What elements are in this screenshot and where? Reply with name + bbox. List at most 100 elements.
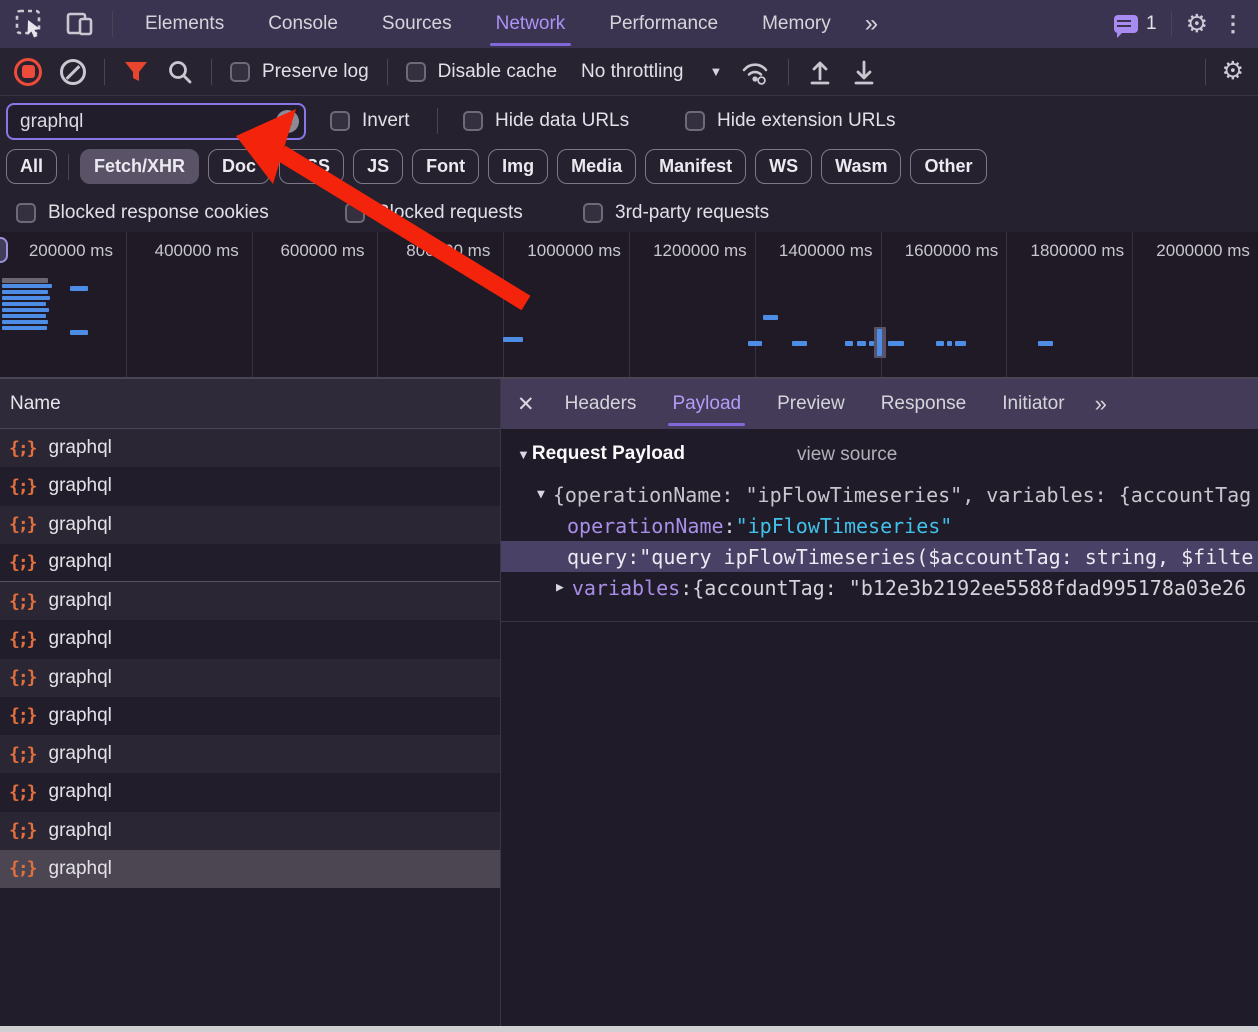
payload-colon: : (724, 514, 736, 538)
request-row[interactable]: {;}graphql (0, 620, 500, 658)
request-name: graphql (49, 820, 112, 842)
chip-js[interactable]: JS (353, 149, 403, 184)
timeline-request-bar (70, 286, 88, 291)
network-conditions-icon[interactable] (740, 58, 770, 86)
request-row[interactable]: {;}graphql (0, 812, 500, 850)
chip-doc[interactable]: Doc (208, 149, 270, 184)
request-row[interactable]: {;}graphql (0, 544, 500, 582)
timeline-request-bar (2, 314, 46, 318)
blocked-response-cookies-checkbox[interactable] (16, 203, 36, 223)
timeline-scroll-handle[interactable] (0, 237, 8, 263)
inspect-element-icon[interactable] (14, 8, 46, 40)
clear-filter-icon[interactable]: ✕ (276, 110, 299, 133)
request-name: graphql (49, 551, 112, 573)
chip-css[interactable]: CSS (279, 149, 344, 184)
close-details-icon[interactable]: ✕ (517, 392, 535, 417)
record-network-log-button[interactable] (14, 58, 42, 86)
network-settings-gear-icon[interactable]: ⚙ (1222, 59, 1244, 84)
request-row[interactable]: {;}graphql (0, 850, 500, 888)
network-overview-timeline[interactable]: 200000 ms400000 ms600000 ms800000 ms1000… (0, 232, 1258, 379)
preserve-log-checkbox[interactable] (230, 62, 250, 82)
chip-media[interactable]: Media (557, 149, 636, 184)
chip-other[interactable]: Other (910, 149, 986, 184)
requests-list: {;}graphql{;}graphql{;}graphql{;}graphql… (0, 429, 500, 888)
issues-button[interactable]: 1 (1114, 13, 1157, 35)
divider (104, 59, 105, 85)
detail-tab-payload[interactable]: Payload (672, 379, 741, 429)
name-column-header[interactable]: Name (0, 379, 500, 429)
request-row[interactable]: {;}graphql (0, 506, 500, 544)
tab-elements[interactable]: Elements (145, 0, 224, 48)
tab-sources[interactable]: Sources (382, 0, 452, 48)
tab-network[interactable]: Network (496, 0, 566, 48)
json-request-icon: {;} (9, 476, 36, 497)
expanded-arrow-icon[interactable]: ▼ (537, 487, 545, 502)
timeline-tick-label: 600000 ms (280, 241, 364, 261)
filter-input[interactable] (6, 103, 306, 140)
detail-tab-preview[interactable]: Preview (777, 379, 845, 429)
request-row[interactable]: {;}graphql (0, 773, 500, 811)
timeline-tick-label: 1800000 ms (1031, 241, 1125, 261)
timeline-request-bar (70, 330, 88, 335)
request-row[interactable]: {;}graphql (0, 429, 500, 467)
chip-manifest[interactable]: Manifest (645, 149, 746, 184)
preserve-log-label: Preserve log (262, 61, 369, 83)
chip-ws[interactable]: WS (755, 149, 812, 184)
request-payload-section[interactable]: ▼ Request Payload view source (517, 443, 685, 465)
request-name: graphql (49, 743, 112, 765)
throttling-select[interactable]: No throttling ▼ (581, 61, 722, 83)
timeline-request-bar (888, 341, 904, 346)
payload-colon: : (627, 545, 639, 569)
payload-row-variables[interactable]: ▶variables: {accountTag: "b12e3b2192ee55… (501, 572, 1258, 603)
timeline-request-bar (2, 326, 47, 330)
timeline-tick-label: 400000 ms (155, 241, 239, 261)
more-options-icon[interactable]: ⋮ (1222, 13, 1244, 35)
tab-console[interactable]: Console (268, 0, 338, 48)
search-icon[interactable] (167, 59, 193, 85)
payload-root-row[interactable]: ▼{operationName: "ipFlowTimeseries", var… (501, 479, 1258, 510)
divider (211, 59, 212, 85)
filter-funnel-icon[interactable] (123, 60, 149, 84)
chip-wasm[interactable]: Wasm (821, 149, 901, 184)
chip-font[interactable]: Font (412, 149, 479, 184)
import-har-icon[interactable] (807, 58, 833, 86)
payload-row-query[interactable]: query: "query ipFlowTimeseries($accountT… (501, 541, 1258, 572)
chip-img[interactable]: Img (488, 149, 548, 184)
timeline-request-bar (857, 341, 866, 346)
settings-gear-icon[interactable]: ⚙ (1186, 12, 1208, 37)
hide-extension-urls-checkbox[interactable] (685, 111, 705, 131)
json-request-icon: {;} (9, 667, 36, 688)
disable-cache-checkbox[interactable] (406, 62, 426, 82)
chip-fetch-xhr[interactable]: Fetch/XHR (80, 149, 199, 184)
more-detail-tabs-icon[interactable]: » (1095, 391, 1105, 417)
request-row[interactable]: {;}graphql (0, 659, 500, 697)
request-row[interactable]: {;}graphql (0, 735, 500, 773)
detail-tab-response[interactable]: Response (881, 379, 967, 429)
export-har-icon[interactable] (851, 58, 877, 86)
payload-row-operationName[interactable]: operationName: "ipFlowTimeseries" (501, 510, 1258, 541)
invert-checkbox[interactable] (330, 111, 350, 131)
view-source-link[interactable]: view source (797, 444, 897, 466)
payload-value: {accountTag: "b12e3b2192ee5588fdad995178… (692, 576, 1246, 600)
payload-value: "query ipFlowTimeseries($accountTag: str… (639, 545, 1253, 569)
hide-data-urls-checkbox[interactable] (463, 111, 483, 131)
more-panels-icon[interactable]: » (865, 10, 876, 38)
network-options-row: Blocked response cookies Blocked request… (0, 196, 1258, 232)
detail-tab-headers[interactable]: Headers (565, 379, 637, 429)
divider (1205, 59, 1206, 85)
request-row[interactable]: {;}graphql (0, 697, 500, 735)
payload-tree: ▼{operationName: "ipFlowTimeseries", var… (501, 479, 1258, 603)
third-party-requests-checkbox[interactable] (583, 203, 603, 223)
clear-network-log-button[interactable] (60, 59, 86, 85)
section-collapse-icon[interactable]: ▼ (517, 447, 530, 462)
tab-performance[interactable]: Performance (609, 0, 718, 48)
collapsed-arrow-icon[interactable]: ▶ (556, 580, 564, 595)
detail-tab-initiator[interactable]: Initiator (1002, 379, 1064, 429)
tab-memory[interactable]: Memory (762, 0, 831, 48)
blocked-requests-label: Blocked requests (377, 202, 523, 224)
request-row[interactable]: {;}graphql (0, 582, 500, 620)
device-toolbar-icon[interactable] (64, 8, 96, 40)
request-row[interactable]: {;}graphql (0, 467, 500, 505)
blocked-requests-checkbox[interactable] (345, 203, 365, 223)
chip-all[interactable]: All (6, 149, 57, 184)
